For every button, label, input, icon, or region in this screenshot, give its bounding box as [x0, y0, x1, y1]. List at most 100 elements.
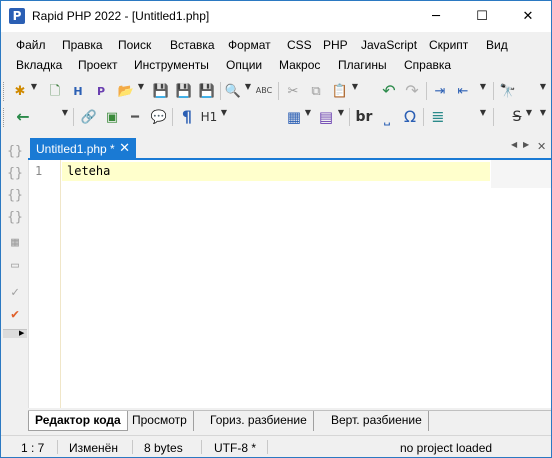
spellcheck-icon[interactable]: ABC — [254, 81, 274, 101]
chevron-down-icon[interactable]: ▼ — [539, 83, 547, 99]
menu-view[interactable]: Вид — [486, 38, 508, 52]
project-status: no project loaded — [400, 441, 493, 455]
chevron-down-icon[interactable]: ▼ — [244, 83, 252, 99]
chevron-down-icon[interactable]: ▼ — [351, 83, 359, 99]
toolbar-grip[interactable] — [3, 82, 6, 101]
minimize-button[interactable]: ─ — [413, 1, 459, 32]
heading-icon[interactable]: H1 — [199, 107, 219, 127]
chevron-down-icon[interactable]: ▼ — [137, 83, 145, 99]
menu-help[interactable]: Справка — [404, 58, 451, 72]
comment-icon[interactable]: 💬 — [149, 107, 169, 127]
indent-icon[interactable]: ⇥ — [430, 81, 450, 101]
close-tab-icon[interactable]: ✕ — [119, 141, 130, 156]
open-folder-icon[interactable]: 📂 — [116, 81, 136, 101]
chevron-down-icon[interactable]: ▼ — [479, 83, 487, 99]
chevron-down-icon[interactable]: ▼ — [479, 109, 487, 125]
chevron-down-icon[interactable]: ▼ — [61, 109, 69, 125]
tab-horizontal-split[interactable]: Гориз. разбиение — [204, 411, 314, 431]
toolbar-grip[interactable] — [3, 108, 6, 127]
chevron-down-icon[interactable]: ▼ — [539, 109, 547, 125]
menu-script[interactable]: Скрипт — [429, 38, 468, 52]
php-file-icon[interactable]: P — [91, 81, 111, 101]
horizontal-rule-icon[interactable]: ━ — [125, 107, 145, 127]
maximize-button[interactable]: ☐ — [459, 1, 505, 32]
new-document-icon[interactable]: ✱ — [10, 81, 30, 101]
paragraph-icon[interactable]: ¶ — [177, 107, 197, 127]
menu-insert[interactable]: Вставка — [170, 38, 215, 52]
code-block-icon[interactable]: {} — [6, 164, 24, 182]
side-toolbar: {} {} {} {} ▦ ▭ ✓ ✔ ▶ — [1, 138, 28, 338]
code-block-icon[interactable]: {} — [6, 186, 24, 204]
table-icon[interactable]: ▦ — [284, 107, 304, 127]
validate-icon[interactable]: ✓ — [6, 283, 24, 301]
chevron-down-icon[interactable]: ▼ — [304, 109, 312, 125]
toolbar-separator — [73, 108, 74, 126]
new-file-icon[interactable]: 🗋 — [45, 81, 65, 101]
tab-code-editor[interactable]: Редактор кода — [28, 411, 128, 431]
cursor-position: 1 : 7 — [21, 441, 45, 455]
menu-css[interactable]: CSS — [287, 38, 312, 52]
menu-javascript[interactable]: JavaScript — [361, 38, 417, 52]
menu-macro[interactable]: Макрос — [279, 58, 320, 72]
chevron-down-icon[interactable]: ▼ — [30, 83, 38, 99]
special-char-icon[interactable]: Ω — [400, 107, 420, 127]
cut-icon[interactable]: ✂ — [283, 81, 303, 101]
menu-edit[interactable]: Правка — [62, 38, 103, 52]
save-icon[interactable]: 💾 — [151, 81, 171, 101]
code-block-icon[interactable]: {} — [6, 208, 24, 226]
grid-icon[interactable]: ▦ — [6, 233, 24, 251]
menu-format[interactable]: Формат — [228, 38, 271, 52]
close-window-button[interactable]: ✕ — [505, 1, 551, 32]
menu-tools[interactable]: Инструменты — [134, 58, 209, 72]
undo-icon[interactable]: ↶ — [379, 81, 399, 101]
tab-prev-icon[interactable]: ◀ — [511, 140, 517, 149]
menu-php[interactable]: PHP — [323, 38, 348, 52]
style-icon[interactable]: ≣ — [428, 107, 448, 127]
link-icon[interactable]: 🔗 — [79, 107, 99, 127]
menu-file[interactable]: Файл — [16, 38, 46, 52]
strikethrough-icon[interactable]: S — [507, 107, 527, 127]
chevron-down-icon[interactable]: ▼ — [337, 109, 345, 125]
menu-row-2: Вкладка Проект Инструменты Опции Макрос … — [1, 56, 551, 76]
tab-untitled1[interactable]: Untitled1.php * ✕ — [30, 138, 136, 160]
chevron-down-icon[interactable]: ▼ — [525, 109, 533, 125]
close-all-tabs-icon[interactable]: ✕ — [537, 140, 546, 153]
code-block-icon[interactable]: {} — [6, 142, 24, 160]
menu-tab[interactable]: Вкладка — [16, 58, 62, 72]
save-as-icon[interactable]: 💾 — [174, 81, 194, 101]
encoding-status[interactable]: UTF-8 * — [214, 441, 256, 455]
tab-preview[interactable]: Просмотр — [126, 411, 194, 431]
menu-search[interactable]: Поиск — [118, 38, 151, 52]
right-margin-area — [491, 160, 551, 188]
menu-options[interactable]: Опции — [226, 58, 262, 72]
menu-project[interactable]: Проект — [78, 58, 118, 72]
code-editor[interactable]: 1 leteha — [28, 160, 551, 408]
back-arrow-icon[interactable]: ← — [13, 107, 33, 127]
menu-plugins[interactable]: Плагины — [338, 58, 387, 72]
html-file-icon[interactable]: H — [68, 81, 88, 101]
menu-row-1: Файл Правка Поиск Вставка Формат CSS PHP… — [1, 36, 551, 56]
redo-icon[interactable]: ↷ — [402, 81, 422, 101]
expand-arrow-icon[interactable]: ▶ — [3, 329, 27, 338]
current-line-highlight — [62, 162, 490, 181]
validate-html-icon[interactable]: ✔ — [6, 305, 24, 323]
nbsp-icon[interactable]: ⎵ — [377, 107, 397, 127]
form-icon[interactable]: ▤ — [316, 107, 336, 127]
panel-icon[interactable]: ▭ — [6, 256, 24, 274]
tab-next-icon[interactable]: ▶ — [523, 140, 529, 149]
toolbar-separator — [423, 108, 424, 126]
main-toolbar: ✱ ▼ 🗋 H P 📂 ▼ 💾 💾 💾 🔍 ▼ ABC ✂ ⧉ 📋 ▼ ↶ ↷ … — [1, 78, 551, 105]
tab-vertical-split[interactable]: Верт. разбиение — [325, 411, 429, 431]
paste-icon[interactable]: 📋 — [330, 81, 350, 101]
chevron-down-icon[interactable]: ▼ — [220, 109, 228, 125]
code-line[interactable]: leteha — [67, 164, 110, 178]
image-icon[interactable]: ▣ — [102, 107, 122, 127]
save-all-icon[interactable]: 💾 — [197, 81, 217, 101]
copy-icon[interactable]: ⧉ — [306, 81, 326, 101]
status-separator — [132, 440, 133, 454]
search-icon[interactable]: 🔍 — [223, 81, 243, 101]
line-break-icon[interactable]: br — [354, 107, 374, 127]
toolbar-separator — [349, 108, 350, 126]
binoculars-icon[interactable]: 🔭 — [498, 81, 518, 101]
outdent-icon[interactable]: ⇤ — [453, 81, 473, 101]
